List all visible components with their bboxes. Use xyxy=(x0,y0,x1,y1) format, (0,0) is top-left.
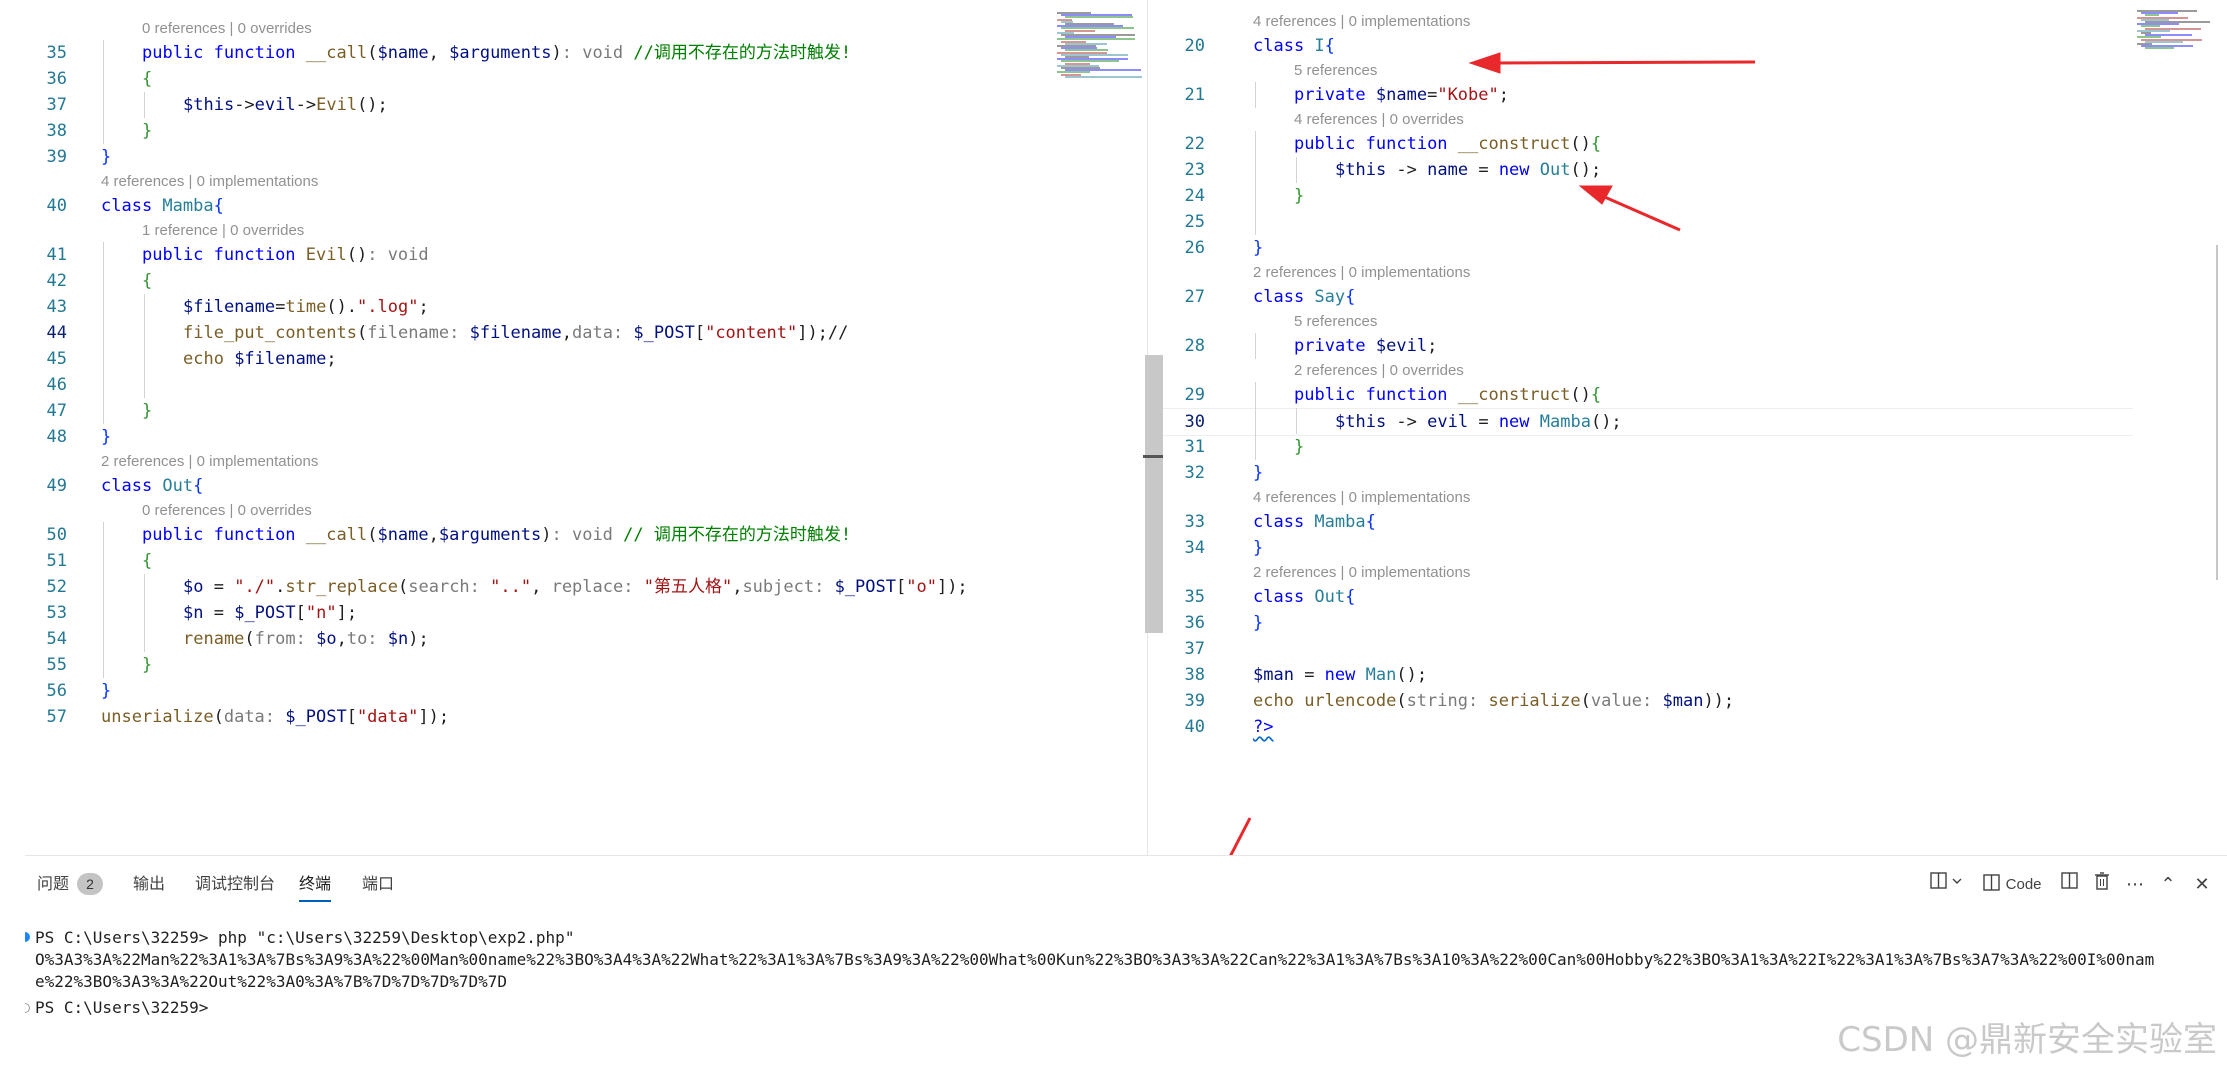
terminal-prompt: PS C:\Users\32259> xyxy=(35,928,219,947)
code-launch-profile[interactable]: Code xyxy=(1980,870,2045,900)
tab-ports-label: 端口 xyxy=(362,876,395,893)
arrow-new-out-head xyxy=(1578,185,1613,205)
tab-terminal-label: 终端 xyxy=(299,876,332,893)
split-layout-icon[interactable] xyxy=(1927,870,1967,900)
terminal-panel-icon xyxy=(1983,874,2001,891)
tab-debug-console[interactable]: 调试控制台 xyxy=(195,870,275,900)
watermark: CSDN @鼎新安全实验室 xyxy=(1837,1020,2217,1060)
command-decoration-icon[interactable] xyxy=(25,932,30,942)
arrow-new-out xyxy=(1599,193,1681,232)
code-label: Code xyxy=(2005,876,2042,893)
problems-count-badge: 2 xyxy=(77,873,104,895)
split-terminal-icon[interactable] xyxy=(2055,870,2085,900)
ellipsis-icon[interactable]: ⋯ xyxy=(2120,870,2150,900)
tab-problems[interactable]: 问题 2 xyxy=(37,870,104,900)
arrow-class-i xyxy=(1489,60,1756,65)
trash-icon[interactable] xyxy=(2087,870,2117,900)
terminal-command: php "c:\Users\32259\Desktop\exp2.php" xyxy=(218,928,575,947)
chevron-up-icon[interactable]: ⌃ xyxy=(2153,870,2183,900)
command-decoration-empty-icon[interactable] xyxy=(25,1003,30,1013)
tab-output[interactable]: 输出 xyxy=(133,870,165,900)
tab-problems-label: 问题 xyxy=(37,876,70,893)
tab-output-label: 输出 xyxy=(133,876,166,893)
tab-ports[interactable]: 端口 xyxy=(362,870,394,900)
terminal-prompt-line[interactable]: PS C:\Users\32259> xyxy=(35,997,208,1019)
arrow-class-i-head xyxy=(1468,52,1501,74)
close-icon[interactable]: ✕ xyxy=(2187,870,2217,900)
terminal-command-line: PS C:\Users\32259> php "c:\Users\32259\D… xyxy=(35,927,574,949)
terminal-output-line-1: O%3A3%3A%22Man%22%3A1%3A%7Bs%3A9%3A%22%0… xyxy=(35,950,2155,969)
tab-terminal[interactable]: 终端 xyxy=(299,870,332,902)
tab-debug-console-label: 调试控制台 xyxy=(195,876,276,893)
terminal-output-line-2: e%22%3BO%3A3%3A%22Out%22%3A0%3A%7B%7D%7D… xyxy=(35,972,508,991)
